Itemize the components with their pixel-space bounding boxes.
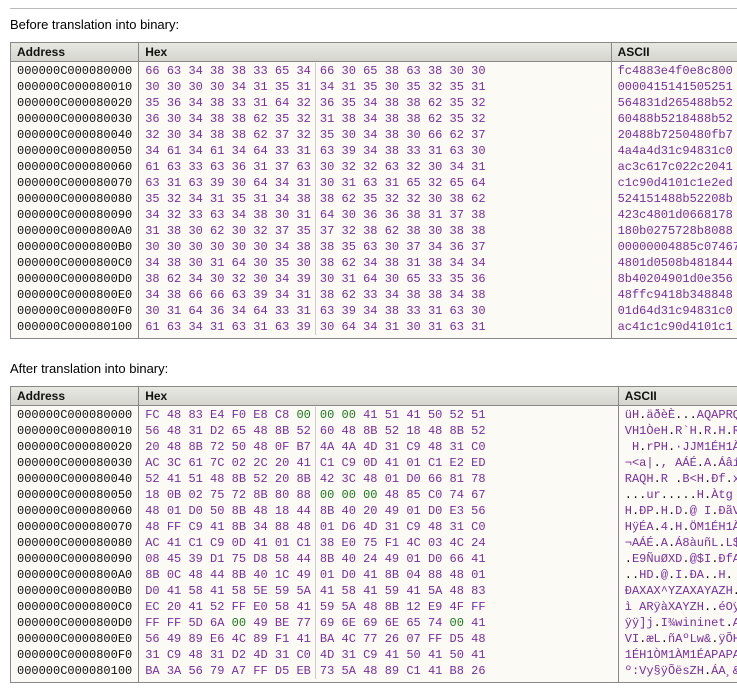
hex-row: 08 45 39 D1 75 D8 58 448B 40 24 49 01 D0… xyxy=(145,551,612,567)
hex-row: 61 63 33 63 36 31 37 6330 32 32 63 32 30… xyxy=(145,159,604,175)
header-ascii: ASCII xyxy=(612,43,737,62)
hex-row: 31 38 30 62 30 32 37 3537 32 38 62 38 30… xyxy=(145,223,604,239)
hex-row: 48 FF C9 41 8B 34 88 4801 D6 4D 31 C9 48… xyxy=(145,519,612,535)
hex-column: Hex FC 48 83 E4 F0 E8 C8 0000 00 41 51 4… xyxy=(139,387,619,682)
header-hex: Hex xyxy=(139,387,618,406)
hex-row: BA 3A 56 79 A7 FF D5 EB73 5A 48 89 C1 41… xyxy=(145,663,612,679)
hex-column: Hex 66 63 34 38 38 33 65 3466 30 65 38 6… xyxy=(139,43,611,338)
hex-row: 34 61 34 61 34 64 33 3163 39 34 38 33 31… xyxy=(145,143,604,159)
header-hex: Hex xyxy=(139,43,610,62)
hex-row: 36 30 34 38 38 62 35 3231 38 34 38 38 62… xyxy=(145,111,604,127)
hexdump-after: Address 000000C000080000 000000C00008001… xyxy=(10,386,737,683)
hex-row: 61 63 34 31 63 31 63 3930 64 34 31 30 31… xyxy=(145,319,604,335)
hex-row: 34 38 30 31 64 30 35 3038 62 34 38 31 38… xyxy=(145,255,604,271)
hex-row: EC 20 41 52 FF E0 58 4159 5A 48 8B 12 E9… xyxy=(145,599,612,615)
hex-row: 34 32 33 63 34 38 30 3164 30 36 36 38 31… xyxy=(145,207,604,223)
hexdump-before: Address 000000C000080000 000000C00008001… xyxy=(10,42,737,339)
hex-row: FC 48 83 E4 F0 E8 C8 0000 00 41 51 41 50… xyxy=(145,407,612,423)
hex-row: 30 30 30 30 30 30 34 3838 35 63 30 37 34… xyxy=(145,239,604,255)
hex-row: 32 30 34 38 38 62 37 3235 30 34 38 30 66… xyxy=(145,127,604,143)
header-address: Address xyxy=(11,387,138,406)
hex-row: 66 63 34 38 38 33 65 3466 30 65 38 63 38… xyxy=(145,63,604,79)
hex-row: 35 32 34 31 35 31 34 3838 62 35 32 32 30… xyxy=(145,191,604,207)
caption-after: After translation into binary: xyxy=(10,361,737,376)
ascii-column: ASCII fc4883e4f0e8c800 0000415141505251 … xyxy=(612,43,737,338)
hex-row: D0 41 58 41 58 5E 59 5A41 58 41 59 41 5A… xyxy=(145,583,612,599)
hex-row: 20 48 8B 72 50 48 0F B74A 4A 4D 31 C9 48… xyxy=(145,439,612,455)
ascii-column: ASCII üH.äðèÈ...AQAPRQ VH1ÒeH.R`H.R.H.R … xyxy=(619,387,737,682)
hex-row: 34 38 66 66 63 39 34 3138 62 33 34 38 38… xyxy=(145,287,604,303)
hex-row: 8B 0C 48 44 8B 40 1C 4901 D0 41 8B 04 88… xyxy=(145,567,612,583)
hex-row: 35 36 34 38 33 31 64 3236 35 34 38 38 62… xyxy=(145,95,604,111)
hex-row: 63 31 63 39 30 64 34 3130 31 63 31 65 32… xyxy=(145,175,604,191)
hex-row: AC 3C 61 7C 02 2C 20 41C1 C9 0D 41 01 C1… xyxy=(145,455,612,471)
hex-row: 31 C9 48 31 D2 4D 31 C04D 31 C9 41 50 41… xyxy=(145,647,612,663)
address-column: Address 000000C000080000 000000C00008001… xyxy=(11,43,139,338)
hex-row: AC 41 C1 C9 0D 41 01 C138 E0 75 F1 4C 03… xyxy=(145,535,612,551)
hex-row: 56 49 89 E6 4C 89 F1 41BA 4C 77 26 07 FF… xyxy=(145,631,612,647)
header-address: Address xyxy=(11,43,138,62)
header-ascii: ASCII xyxy=(619,387,737,406)
hex-row: 38 62 34 30 32 30 34 3930 31 64 30 65 33… xyxy=(145,271,604,287)
hex-row: 52 41 51 48 8B 52 20 8B42 3C 48 01 D0 66… xyxy=(145,471,612,487)
hex-row: 30 31 64 36 34 64 33 3163 39 34 38 33 31… xyxy=(145,303,604,319)
caption-before: Before translation into binary: xyxy=(10,17,737,32)
hex-row: 56 48 31 D2 65 48 8B 5260 48 8B 52 18 48… xyxy=(145,423,612,439)
hex-row: 18 0B 02 75 72 8B 80 8800 00 00 48 85 C0… xyxy=(145,487,612,503)
hex-row: 48 01 D0 50 8B 48 18 448B 40 20 49 01 D0… xyxy=(145,503,612,519)
hex-row: 30 30 30 30 34 31 35 3134 31 35 30 35 32… xyxy=(145,79,604,95)
address-column: Address 000000C000080000 000000C00008001… xyxy=(11,387,139,682)
